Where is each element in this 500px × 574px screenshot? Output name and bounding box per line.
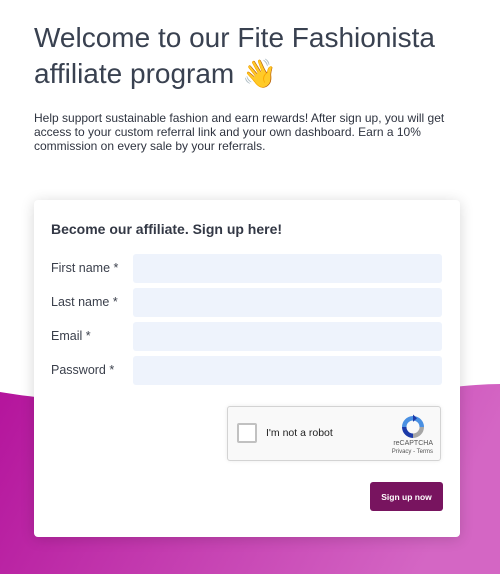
last-name-input[interactable] (133, 288, 442, 317)
recaptcha-checkbox[interactable] (237, 423, 257, 443)
first-name-row: First name * (51, 254, 443, 283)
signup-card: Become our affiliate. Sign up here! Firs… (34, 200, 460, 537)
password-row: Password * (51, 356, 443, 385)
email-row: Email * (51, 322, 443, 351)
first-name-input[interactable] (133, 254, 442, 283)
intro-text: Help support sustainable fashion and ear… (34, 111, 445, 153)
recaptcha-icon (402, 414, 424, 438)
recaptcha-label: I'm not a robot (266, 427, 333, 439)
recaptcha-brand: reCAPTCHA (393, 440, 433, 447)
sign-up-button[interactable]: Sign up now (370, 482, 443, 511)
last-name-label: Last name * (51, 295, 118, 309)
page-title: Welcome to our Fite Fashionista affiliat… (34, 22, 435, 90)
waving-hand-icon: 👋 (242, 57, 277, 90)
recaptcha-widget: I'm not a robot reCAPTCHA Privacy - Term… (227, 406, 441, 461)
email-label: Email * (51, 329, 91, 343)
last-name-row: Last name * (51, 288, 443, 317)
recaptcha-links[interactable]: Privacy - Terms (392, 449, 433, 455)
email-input[interactable] (133, 322, 442, 351)
password-label: Password * (51, 363, 115, 377)
form-title: Become our affiliate. Sign up here! (51, 221, 283, 237)
password-input[interactable] (133, 356, 442, 385)
first-name-label: First name * (51, 261, 119, 275)
